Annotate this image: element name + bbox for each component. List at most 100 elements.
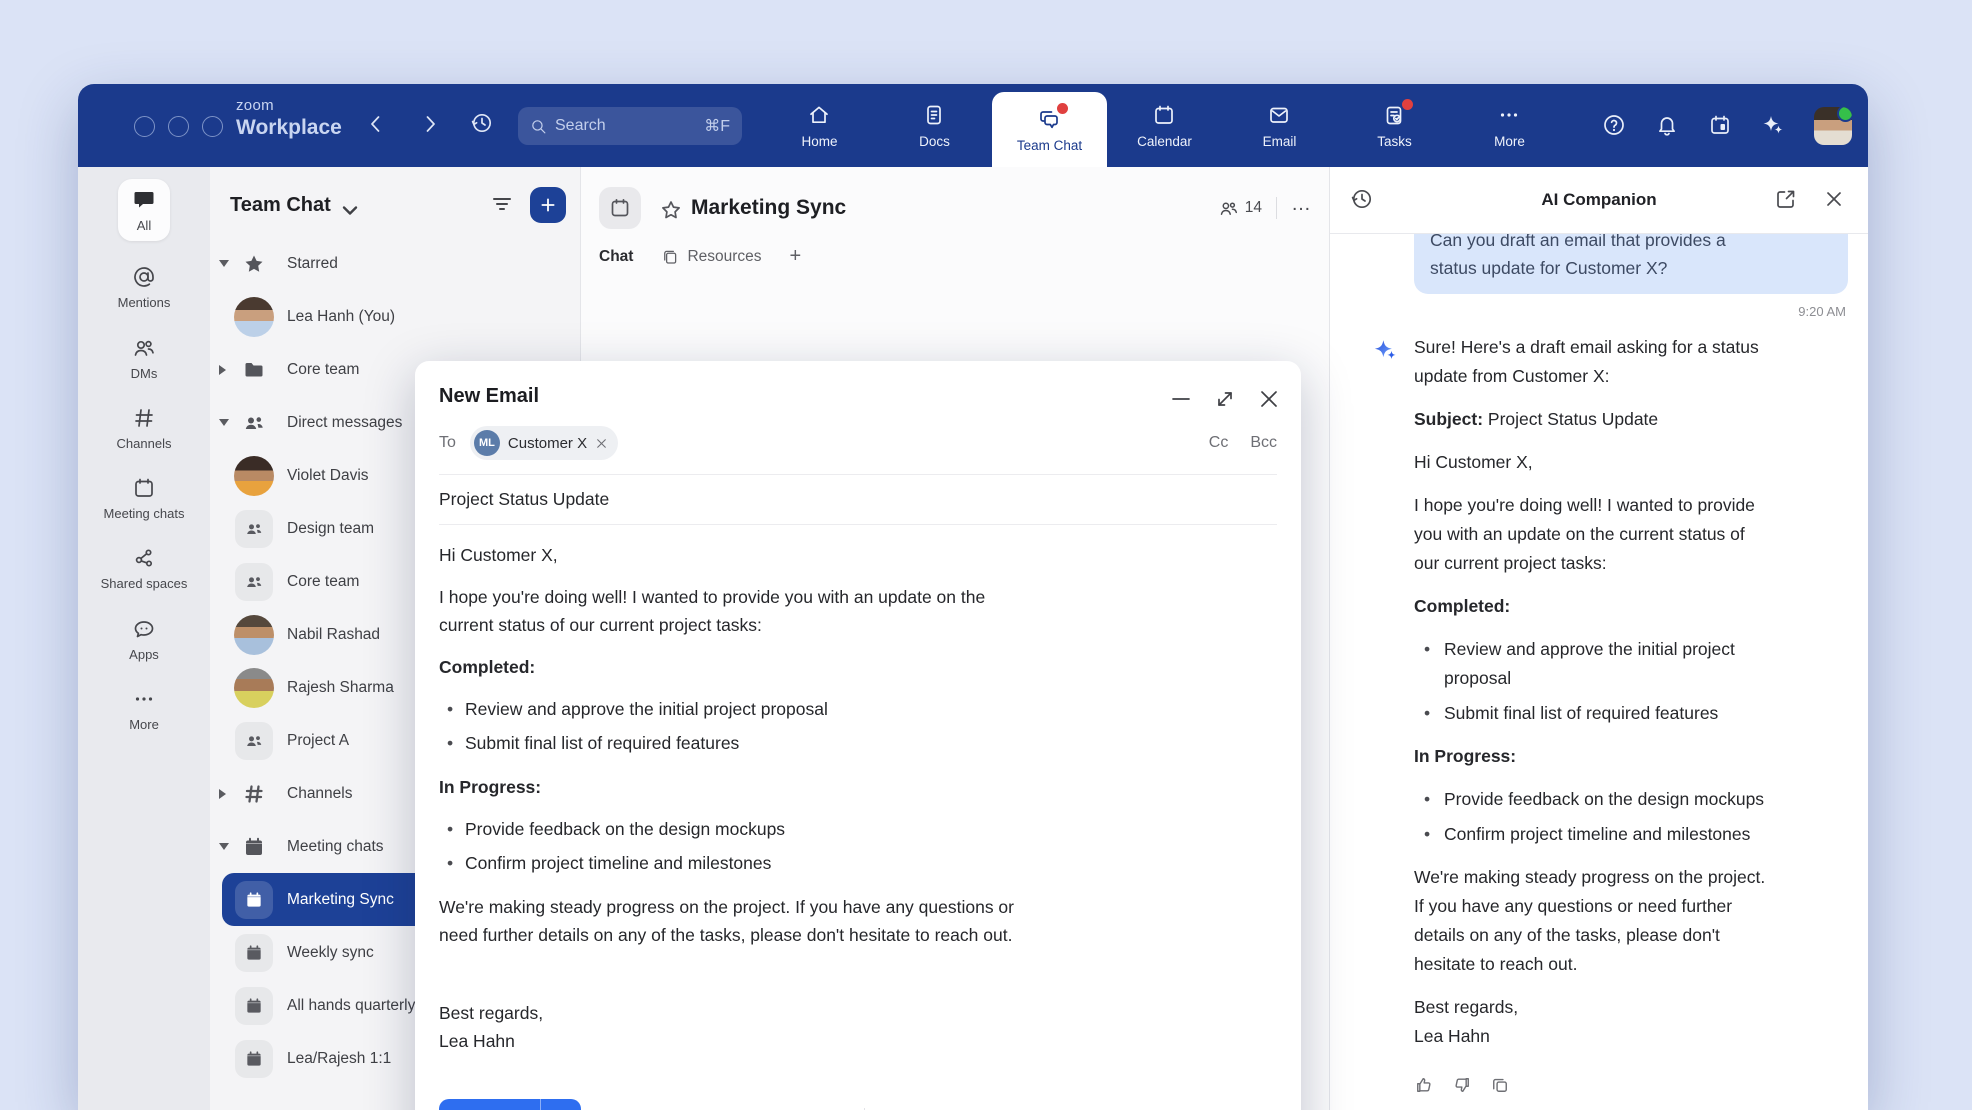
subject-field[interactable]: Project Status Update [439, 475, 1277, 525]
list-item-starred[interactable]: Starred [210, 237, 580, 290]
filter-icon[interactable] [490, 192, 516, 218]
back-icon[interactable] [364, 112, 390, 138]
home-icon [807, 103, 833, 129]
email-in-progress-label: In Progress: [439, 773, 1277, 801]
top-bar: zoom Workplace Search ⌘F [78, 84, 1868, 167]
people-icon [242, 411, 266, 435]
meeting-tile [235, 934, 273, 972]
add-tab-icon[interactable]: + [790, 245, 802, 268]
chat-more-icon[interactable]: … [1291, 204, 1313, 212]
desktop-background: zoom Workplace Search ⌘F [0, 0, 1972, 1110]
caret-right-icon[interactable] [219, 789, 226, 799]
chat-list-title-menu[interactable]: Team Chat [230, 194, 352, 217]
ai-signature: Lea Hahn [1414, 1022, 1848, 1051]
caret-down-icon[interactable] [219, 260, 229, 267]
window-close-button[interactable] [134, 116, 155, 137]
recipients-field[interactable]: To ML Customer X Cc Bcc [439, 426, 1277, 475]
caret-down-icon[interactable] [219, 419, 229, 426]
user-avatar[interactable] [1814, 107, 1852, 145]
help-icon[interactable] [1602, 113, 1628, 139]
caret-down-icon[interactable] [219, 843, 229, 850]
email-closing: We're making steady progress on the proj… [439, 893, 1277, 949]
calendar-icon [242, 835, 266, 859]
window-zoom-button[interactable] [202, 116, 223, 137]
rail-item-channels[interactable]: Channels [117, 406, 172, 452]
calendar-icon [244, 943, 264, 963]
bcc-button[interactable]: Bcc [1250, 434, 1277, 452]
star-outline-icon[interactable] [659, 198, 679, 218]
docs-icon [922, 103, 948, 129]
tab-team-chat[interactable]: Team Chat [992, 92, 1107, 167]
thumbs-down-icon[interactable] [1452, 1075, 1472, 1095]
tab-resources[interactable]: Resources [661, 248, 761, 266]
expand-icon[interactable] [1213, 387, 1233, 407]
recipient-name: Customer X [508, 435, 587, 452]
ai-history-icon[interactable] [1350, 187, 1376, 213]
email-icon [1267, 103, 1293, 129]
forward-icon[interactable] [418, 112, 444, 138]
tab-chat[interactable]: Chat [599, 248, 633, 266]
minimize-icon[interactable] [1169, 387, 1189, 407]
rail-item-meeting-chats[interactable]: Meeting chats [104, 476, 185, 522]
rail-item-all[interactable]: All [118, 179, 170, 241]
to-label: To [439, 434, 456, 452]
tab-email[interactable]: Email [1222, 84, 1337, 167]
tab-home[interactable]: Home [762, 84, 877, 167]
ai-panel-header: AI Companion [1330, 167, 1868, 234]
list-item-lea-hanh[interactable]: Lea Hanh (You) [210, 290, 580, 343]
rail-item-more[interactable]: More [129, 687, 159, 733]
meeting-tile [235, 881, 273, 919]
close-icon[interactable] [1257, 387, 1277, 407]
calendar-widget-icon[interactable] [1708, 113, 1734, 139]
meeting-tile [235, 987, 273, 1025]
thumbs-up-icon[interactable] [1414, 1075, 1434, 1095]
topbar-right [1602, 84, 1852, 167]
remove-recipient-icon[interactable] [595, 437, 608, 450]
tab-tasks[interactable]: Tasks [1337, 84, 1452, 167]
channels-icon [132, 406, 156, 430]
window-minimize-button[interactable] [168, 116, 189, 137]
tab-more[interactable]: More [1452, 84, 1567, 167]
chat-tabs: Chat Resources + [581, 229, 1329, 278]
rail-item-dms[interactable]: DMs [131, 336, 158, 382]
ai-close-icon[interactable] [1822, 187, 1848, 213]
email-body-editor[interactable]: Hi Customer X, I hope you're doing well!… [439, 525, 1277, 1055]
tasks-icon [1382, 103, 1408, 129]
send-button[interactable]: Send [439, 1099, 540, 1110]
timestamp: 9:20 AM [1350, 304, 1846, 319]
notifications-icon[interactable] [1655, 113, 1681, 139]
ai-paragraph: I hope you're doing well! I wanted to pr… [1414, 491, 1848, 578]
compose-toolbar: Send [439, 1099, 1277, 1110]
chevron-down-icon [338, 198, 352, 212]
caret-right-icon[interactable] [219, 365, 226, 375]
rail-item-mentions[interactable]: Mentions [118, 265, 171, 311]
ai-bullet-item: Review and approve the initial project p… [1414, 635, 1848, 693]
left-rail: All Mentions DMs [78, 167, 210, 1110]
avatar [234, 456, 274, 496]
send-options-button[interactable] [540, 1099, 581, 1110]
search-input[interactable]: Search ⌘F [518, 107, 742, 145]
new-chat-button[interactable] [530, 187, 566, 223]
hash-icon [242, 782, 266, 806]
recipient-chip[interactable]: ML Customer X [470, 426, 618, 460]
ai-response: Sure! Here's a draft email asking for a … [1350, 333, 1848, 1095]
people-icon [244, 519, 264, 539]
group-tile [235, 722, 273, 760]
open-in-new-icon[interactable] [1774, 187, 1800, 213]
tab-docs[interactable]: Docs [877, 84, 992, 167]
ai-greeting: Hi Customer X, [1414, 448, 1848, 477]
rail-item-apps[interactable]: Apps [129, 617, 159, 663]
rail-item-shared-spaces[interactable]: Shared spaces [101, 546, 188, 592]
resources-icon [661, 248, 679, 266]
members-button[interactable]: 14 [1218, 198, 1262, 219]
group-tile [235, 563, 273, 601]
copy-icon[interactable] [1490, 1075, 1510, 1095]
calendar-icon [244, 996, 264, 1016]
chat-header: Marketing Sync 14 … [581, 167, 1329, 229]
tab-calendar[interactable]: Calendar [1107, 84, 1222, 167]
ai-companion-panel: AI Companion Can you draft an ema [1329, 167, 1868, 1110]
history-icon[interactable] [470, 111, 498, 139]
ai-bullet-item: Submit final list of required features [1414, 699, 1848, 728]
cc-button[interactable]: Cc [1209, 434, 1229, 452]
ai-companion-icon[interactable] [1761, 113, 1787, 139]
